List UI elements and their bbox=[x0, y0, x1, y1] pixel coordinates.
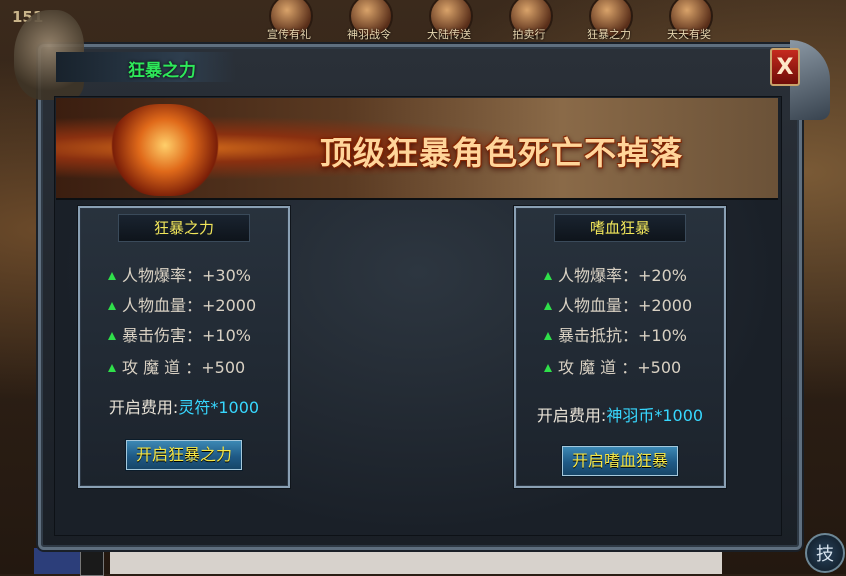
stat-row: 人物血量：+2000 bbox=[108, 292, 256, 316]
up-arrow-icon bbox=[108, 272, 116, 280]
close-button[interactable]: X bbox=[770, 48, 800, 86]
cost-value: 神羽币*1000 bbox=[606, 406, 704, 425]
stat-row: 人物爆率：+30% bbox=[108, 262, 251, 286]
activate-bloodthirst-button[interactable]: 开启嗜血狂暴 bbox=[562, 446, 678, 476]
activity-teleport-icon[interactable]: 大陆传送 bbox=[410, 0, 488, 44]
stat-row: 人物血量：+2000 bbox=[544, 292, 692, 316]
bottom-hud-left bbox=[34, 548, 84, 574]
up-arrow-icon bbox=[544, 272, 552, 280]
berserk-power-panel: 狂暴之力 人物爆率：+30% 人物血量：+2000 暴击伤害：+10% 攻 魔 … bbox=[78, 206, 290, 488]
top-activity-bar: 宣传有礼 神羽战令 大陆传送 拍卖行 狂暴之力 天天有奖 bbox=[250, 0, 730, 44]
activity-auction-icon[interactable]: 拍卖行 bbox=[490, 0, 568, 44]
stat-row: 暴击抵抗：+10% bbox=[544, 322, 687, 346]
activity-label: 狂暴之力 bbox=[587, 28, 631, 41]
cost-value: 灵符*1000 bbox=[178, 398, 260, 417]
bloodthirst-berserk-panel: 嗜血狂暴 人物爆率：+20% 人物血量：+2000 暴击抵抗：+10% 攻 魔 … bbox=[514, 206, 726, 488]
panel-title: 嗜血狂暴 bbox=[554, 214, 686, 242]
up-arrow-icon bbox=[544, 332, 552, 340]
up-arrow-icon bbox=[108, 332, 116, 340]
stat-text: 人物血量：+2000 bbox=[558, 296, 693, 315]
cost-label: 开启费用: bbox=[108, 398, 179, 417]
cost-line: 开启费用:神羽币*1000 bbox=[516, 402, 724, 426]
stat-text: 人物爆率：+30% bbox=[122, 266, 251, 285]
stat-text: 暴击伤害：+10% bbox=[122, 326, 251, 345]
activity-daily-reward-icon[interactable]: 天天有奖 bbox=[650, 0, 728, 44]
activity-label: 拍卖行 bbox=[512, 28, 546, 41]
cost-line: 开启费用:灵符*1000 bbox=[80, 394, 288, 418]
activity-label: 天天有奖 bbox=[667, 28, 711, 41]
activity-label: 大陆传送 bbox=[427, 28, 471, 41]
skill-button[interactable]: 技 bbox=[805, 533, 845, 573]
dialog-title: 狂暴之力 bbox=[128, 61, 196, 81]
banner-headline: 顶级狂暴角色死亡不掉落 bbox=[320, 134, 684, 172]
cost-label: 开启费用: bbox=[536, 406, 607, 425]
stat-text: 人物血量：+2000 bbox=[122, 296, 257, 315]
up-arrow-icon bbox=[108, 364, 116, 372]
activity-label: 神羽战令 bbox=[347, 28, 391, 41]
flaming-lion-icon bbox=[110, 104, 220, 196]
stat-row: 人物爆率：+20% bbox=[544, 262, 687, 286]
up-arrow-icon bbox=[544, 302, 552, 310]
bottom-hud-slot[interactable] bbox=[80, 548, 104, 576]
stat-text: 暴击抵抗：+10% bbox=[558, 326, 687, 345]
stat-text: 攻 魔 道 ：+500 bbox=[122, 358, 246, 377]
activity-label: 宣传有礼 bbox=[267, 28, 311, 41]
up-arrow-icon bbox=[108, 302, 116, 310]
activity-berserk-icon[interactable]: 狂暴之力 bbox=[570, 0, 648, 44]
stat-text: 攻 魔 道 ：+500 bbox=[558, 358, 682, 377]
stat-row: 攻 魔 道 ：+500 bbox=[108, 354, 245, 378]
activity-promo-icon[interactable]: 宣传有礼 bbox=[250, 0, 328, 44]
stat-row: 暴击伤害：+10% bbox=[108, 322, 251, 346]
activate-berserk-power-button[interactable]: 开启狂暴之力 bbox=[126, 440, 242, 470]
activity-battlepass-icon[interactable]: 神羽战令 bbox=[330, 0, 408, 44]
panel-title: 狂暴之力 bbox=[118, 214, 250, 242]
up-arrow-icon bbox=[544, 364, 552, 372]
stat-row: 攻 魔 道 ：+500 bbox=[544, 354, 681, 378]
stat-text: 人物爆率：+20% bbox=[558, 266, 687, 285]
bottom-hud-bar bbox=[110, 548, 722, 574]
